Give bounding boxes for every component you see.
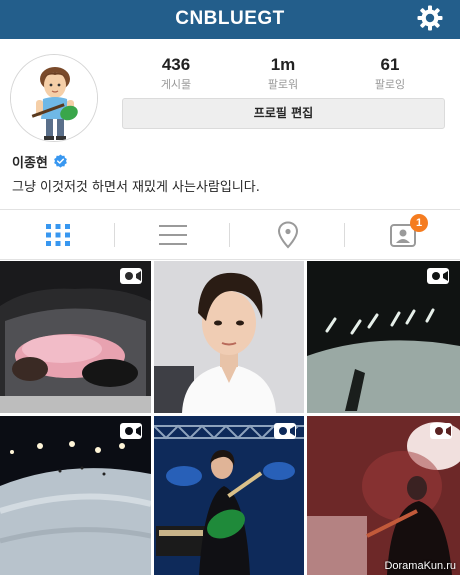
username-title: CNBLUEGT xyxy=(175,8,285,29)
post-image xyxy=(154,261,304,413)
posts-count: 436 xyxy=(161,55,191,74)
gear-icon[interactable] xyxy=(416,4,444,32)
tab-grid-view[interactable] xyxy=(0,210,115,259)
post-thumbnail[interactable] xyxy=(154,416,304,575)
avatar[interactable] xyxy=(10,54,98,142)
verified-badge-icon xyxy=(54,153,67,168)
name-row: 이종현 xyxy=(12,152,68,171)
following-label: 팔로잉 xyxy=(374,78,406,91)
post-thumbnail[interactable] xyxy=(307,261,460,413)
post-image xyxy=(0,261,151,413)
following-stat[interactable]: 61 팔로잉 xyxy=(345,55,435,92)
followers-stat[interactable]: 1m 팔로워 xyxy=(238,55,328,92)
top-bar: CNBLUEGT xyxy=(0,0,460,39)
post-thumbnail[interactable]: DoramaKun.ru xyxy=(307,416,460,575)
posts-label: 게시물 xyxy=(160,78,192,91)
list-icon xyxy=(158,224,187,245)
posts-stat[interactable]: 436 게시물 xyxy=(131,55,221,92)
profile-view-tabs xyxy=(0,209,460,260)
grid-icon xyxy=(45,223,70,246)
edit-profile-button[interactable]: 프로필 편집 xyxy=(122,98,445,129)
watermark-text: DoramaKun.ru xyxy=(384,560,456,572)
post-image xyxy=(154,416,304,575)
tab-location[interactable] xyxy=(230,210,345,259)
post-image xyxy=(307,261,460,413)
tagged-notification-badge: 1 xyxy=(410,214,428,232)
post-image xyxy=(307,416,460,575)
tab-list-view[interactable] xyxy=(115,210,230,259)
post-thumbnail[interactable] xyxy=(154,261,304,413)
post-image xyxy=(0,416,151,575)
tab-tagged[interactable] xyxy=(345,210,460,259)
profile-name: 이종현 xyxy=(12,155,48,171)
followers-count: 1m xyxy=(270,55,296,74)
followers-label: 팔로워 xyxy=(267,78,299,91)
following-count: 61 xyxy=(380,55,400,74)
avatar-illustration xyxy=(11,55,97,141)
post-grid: DoramaKun.ru xyxy=(0,261,460,575)
post-thumbnail[interactable] xyxy=(0,416,151,575)
post-thumbnail[interactable] xyxy=(0,261,151,413)
location-pin-icon xyxy=(277,220,298,248)
profile-bio: 그냥 이것저것 하면서 재밌게 사는사람입니다. xyxy=(12,180,260,195)
